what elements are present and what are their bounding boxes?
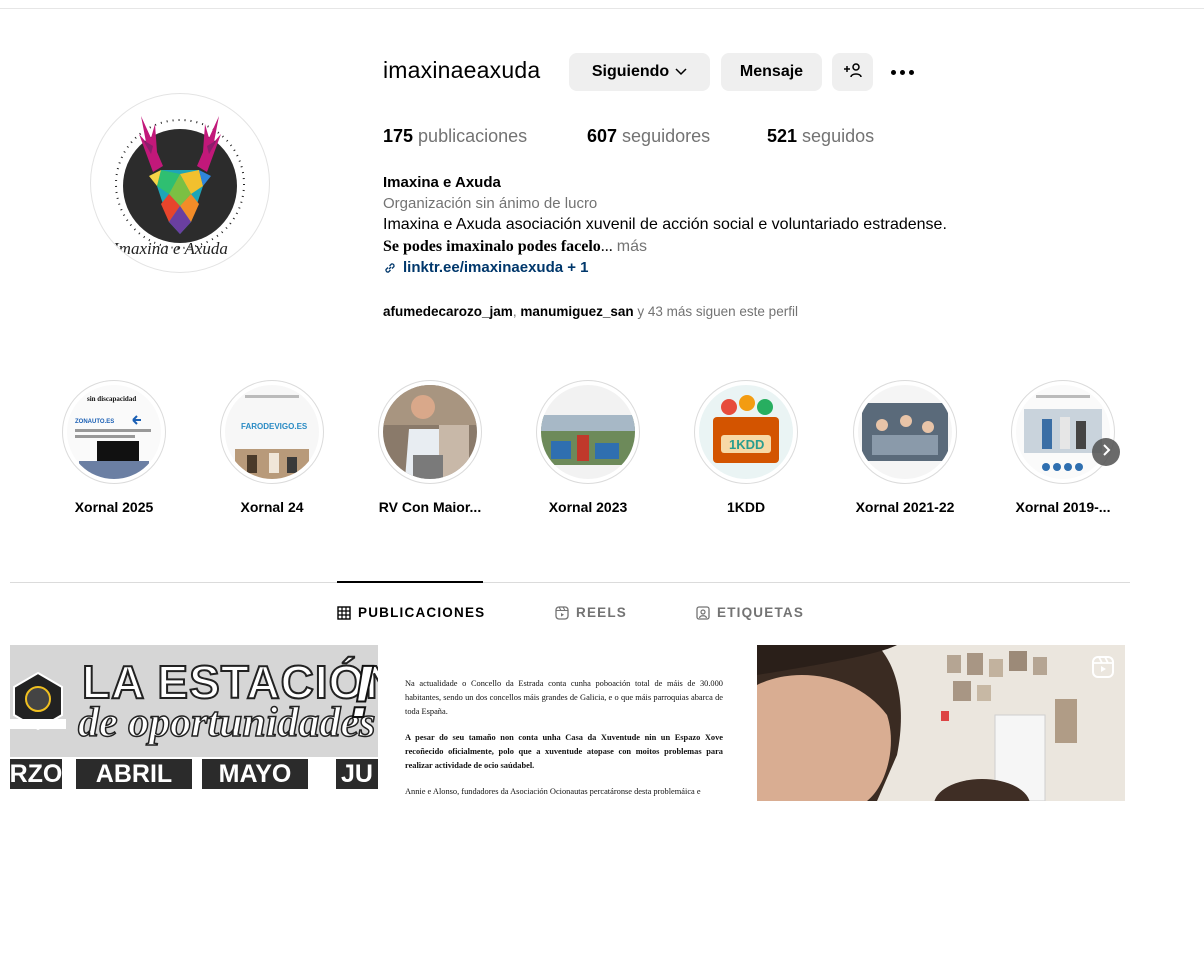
highlight-xornal-24[interactable]: FARODEVIGO.ES Xornal 24 (219, 380, 325, 515)
tab-reels-label: REELS (576, 605, 628, 620)
link-icon (383, 261, 397, 275)
add-person-icon (843, 62, 863, 83)
post-exclamation: ! (349, 649, 376, 734)
tab-tagged-label: ETIQUETAS (717, 605, 805, 620)
highlight-rv-con-maiores[interactable]: RV Con Maior... (377, 380, 483, 515)
deer-logo-icon: Imaxina e Axuda (92, 95, 268, 271)
post-band (10, 757, 378, 801)
post-text: Na actualidade o Concello da Estrada con… (405, 679, 723, 796)
ocionautas-logo-icon (10, 671, 66, 731)
more-options-icon[interactable] (885, 56, 919, 88)
reels-icon (555, 605, 569, 620)
highlight-thumbnail (1016, 385, 1110, 479)
highlight-thumbnail (383, 385, 477, 479)
profile-username: imaxinaeaxuda (383, 57, 541, 83)
highlight-thumbnail: 1KDD (699, 385, 793, 479)
post-thumbnail[interactable]: LA ESTACIÓN de oportunidades ! RZO ABRIL… (10, 645, 378, 801)
profile-avatar[interactable]: Imaxina e Axuda (90, 93, 270, 273)
highlight-label: Xornal 2021-22 (855, 499, 955, 515)
tab-reels[interactable]: REELS (555, 605, 627, 620)
post-month: JU (336, 759, 378, 789)
bio-link[interactable]: linktr.ee/imaxinaexuda + 1 (383, 259, 589, 276)
following-label: Siguiendo (591, 63, 670, 80)
post-month: MAYO (202, 759, 308, 789)
highlight-label: RV Con Maior... (378, 499, 482, 515)
tab-tagged[interactable]: ETIQUETAS (696, 605, 804, 620)
svg-text:1KDD: 1KDD (729, 437, 764, 452)
highlight-xornal-2023[interactable]: Xornal 2023 (535, 380, 641, 515)
tab-posts-label: PUBLICACIONES (358, 605, 486, 620)
reel-icon (1091, 655, 1115, 679)
bio-category: Organización sin ánimo de lucro (383, 195, 598, 212)
tabs-divider (10, 582, 1130, 583)
post-thumbnail[interactable] (757, 645, 1125, 801)
post-subtitle: de oportunidades (77, 699, 376, 747)
highlight-1kdd[interactable]: 1KDD 1KDD (693, 380, 799, 515)
followed-by[interactable]: afumedecarozo_jam, manumiguez_san y 43 m… (383, 304, 798, 319)
bio-motto: Se podes imaxinalo podes facelo... más (383, 238, 648, 255)
svg-text:FARODEVIGO.ES: FARODEVIGO.ES (241, 422, 308, 431)
message-label: Mensaje (739, 63, 804, 80)
followers-count[interactable]: 607 seguidores (587, 126, 710, 147)
message-button[interactable]: Mensaje (721, 53, 822, 91)
post-month: RZO (10, 759, 63, 789)
top-divider (0, 8, 1204, 9)
chevron-down-icon (675, 63, 687, 81)
tagged-icon (696, 605, 710, 620)
suggest-users-button[interactable] (832, 53, 873, 91)
highlight-label: Xornal 24 (240, 499, 304, 515)
posts-count: 175 publicaciones (383, 126, 528, 146)
post-thumbnail[interactable]: Na actualidade o Concello da Estrada con… (388, 645, 756, 801)
following-count[interactable]: 521 seguidos (767, 126, 874, 147)
highlight-thumbnail: FARODEVIGO.ES (225, 385, 319, 479)
post-photo (757, 645, 1125, 801)
highlight-thumbnail (858, 385, 952, 479)
post-month: ABRIL (76, 759, 192, 789)
bio-link-text[interactable]: linktr.ee/imaxinaexuda + 1 (403, 259, 589, 276)
highlight-label: Xornal 2023 (548, 499, 628, 515)
bio-text: Imaxina e Axuda asociación xuvenil de ac… (383, 216, 947, 233)
highlight-thumbnail: sin discapacidad ZONAUTO.ES (67, 385, 161, 479)
highlight-xornal-2021-22[interactable]: Xornal 2021-22 (852, 380, 958, 515)
avatar-logo-text: Imaxina e Axuda (112, 239, 228, 258)
grid-icon (337, 605, 351, 620)
chevron-right-icon (1101, 443, 1111, 461)
highlight-label: Xornal 2019-... (1015, 499, 1111, 515)
active-tab-indicator (337, 581, 483, 583)
following-button[interactable]: Siguiendo (569, 53, 710, 91)
highlight-thumbnail (541, 385, 635, 479)
bio-name: Imaxina e Axuda (383, 174, 501, 191)
tab-posts[interactable]: PUBLICACIONES (337, 605, 485, 620)
highlight-xornal-2025[interactable]: sin discapacidad ZONAUTO.ES Xornal 2025 (61, 380, 167, 515)
highlight-label: 1KDD (726, 499, 766, 515)
bio-more-link[interactable]: más (617, 238, 647, 255)
highlights-next-button[interactable] (1092, 438, 1120, 466)
svg-text:sin discapacidad: sin discapacidad (87, 395, 136, 403)
svg-text:ZONAUTO.ES: ZONAUTO.ES (75, 419, 114, 425)
highlight-label: Xornal 2025 (74, 499, 154, 515)
